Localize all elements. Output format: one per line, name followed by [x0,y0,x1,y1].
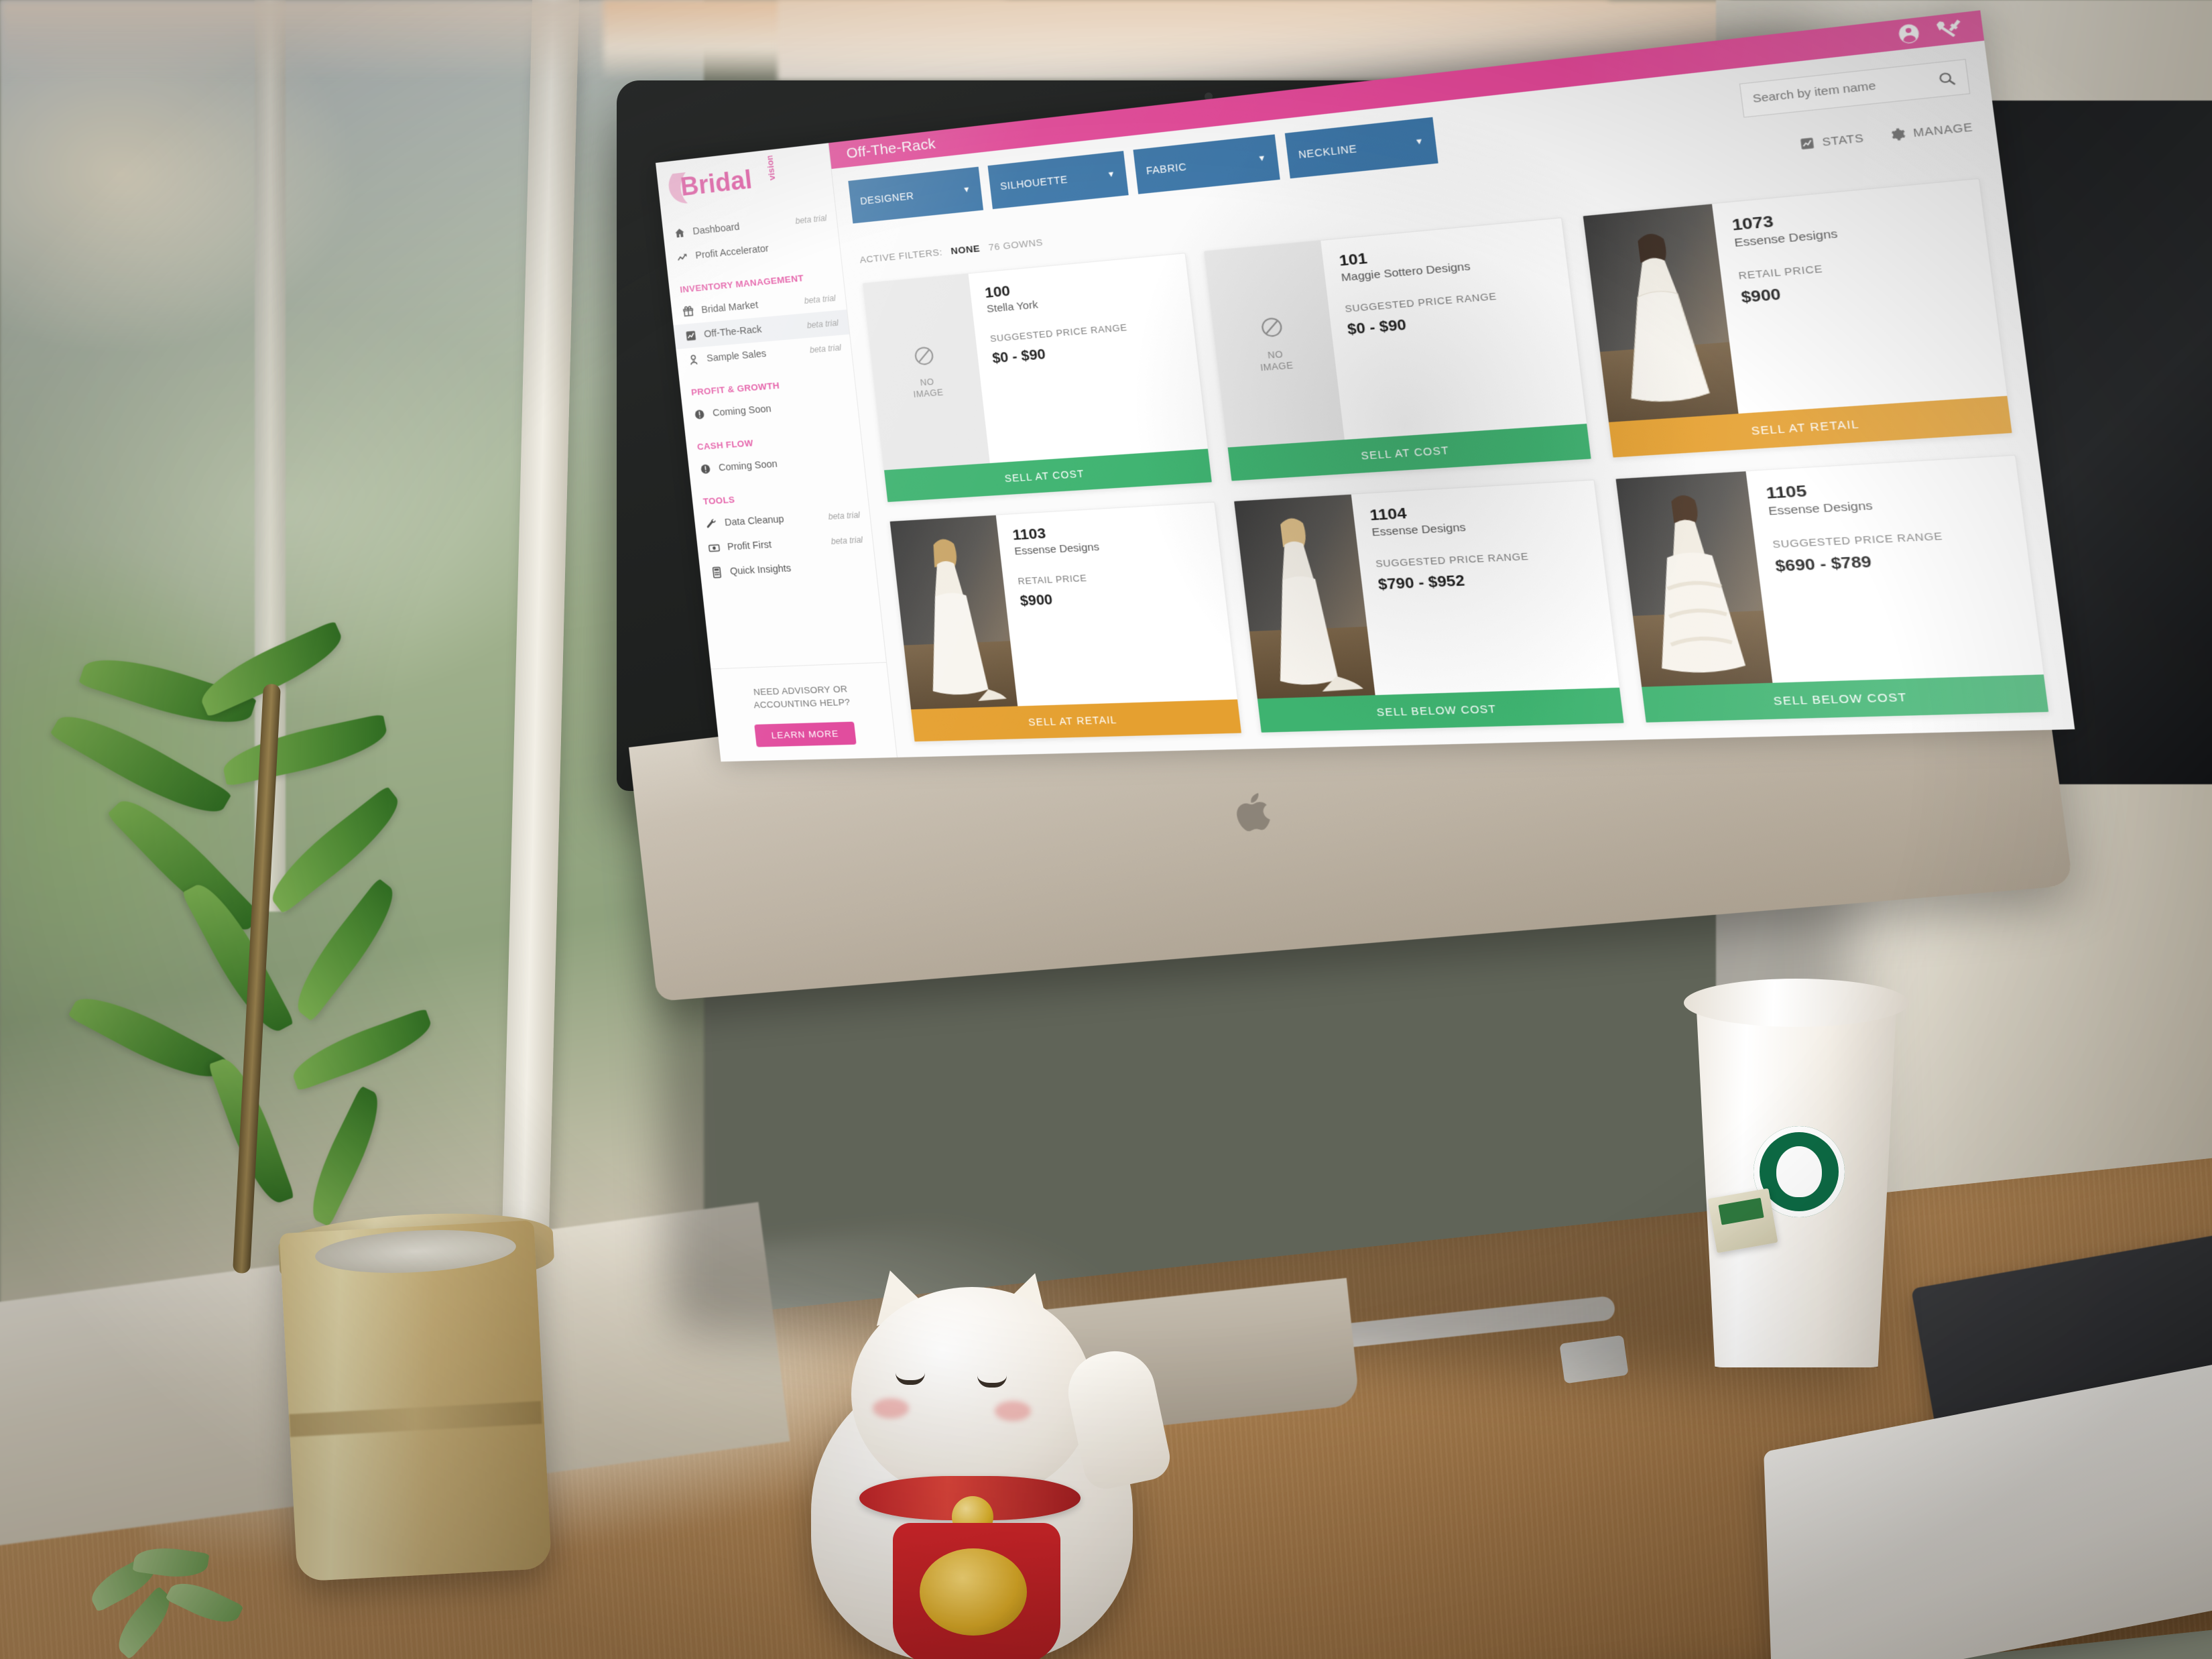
gown-card[interactable]: 1105 Essense Designs SUGGESTED PRICE RAN… [1614,454,2050,724]
succulent-plant [80,1542,302,1659]
sidebar-footer: NEED ADVISORY OR ACCOUNTING HELP? LEARN … [711,662,897,762]
gown-thumbnail [889,515,1018,710]
beta-badge [848,459,853,460]
svg-text:Bridal: Bridal [679,165,753,201]
sidebar-item-label: Off-The-Rack [703,324,763,341]
gown-card[interactable]: NO IMAGE 100 Stella York SUGGESTED PRICE … [862,252,1213,503]
wrench-icon [706,519,717,528]
chevron-down-icon: ▼ [1414,137,1425,147]
beta-badge: beta trial [806,318,839,330]
filter-label: DESIGNER [859,190,915,207]
sidebar-item-label: Sample Sales [706,348,767,365]
tools-icon[interactable] [1934,15,1965,42]
sidebar-item-label: Coming Soon [712,404,772,419]
alert-icon [694,410,705,420]
beta-badge: beta trial [804,293,837,306]
lucky-cat-figurine [771,1260,1200,1659]
gown-price-label: SUGGESTED PRICE RANGE [1375,550,1530,570]
award-person-icon [687,353,700,367]
search-input[interactable] [1752,74,1931,106]
gown-thumbnail-placeholder: NO IMAGE [1205,241,1345,448]
gown-card[interactable]: 1073 Essense Designs RETAIL PRICE $900 S… [1581,178,2014,458]
alert-icon [700,464,711,475]
gown-price-value: $690 - $789 [1774,553,1873,576]
gown-photo-illustration [1647,494,1746,674]
gown-photo-illustration [922,538,1007,701]
no-image-line2: IMAGE [1259,360,1294,373]
sidebar-item-label: Quick Insights [729,563,792,578]
beta-badge: beta trial [827,509,861,522]
beta-badge: beta trial [809,343,842,355]
search-box[interactable] [1739,58,1971,118]
no-image-icon [912,345,936,367]
gown-photo-illustration [1583,233,1738,422]
no-image-line1: NO [920,377,935,388]
chevron-down-icon: ▼ [1106,170,1117,180]
gown-card[interactable]: NO IMAGE 101 Maggie Sottero Designs SUGGE… [1204,217,1592,482]
beta-badge: beta trial [794,212,828,227]
trending-up-icon [676,251,689,264]
apple-logo-icon [1234,792,1272,833]
sidebar-item-label: Profit First [727,539,772,553]
filter-label: FABRIC [1145,160,1188,177]
sidebar-item-label: Data Cleanup [724,513,785,529]
gown-photo-illustration [1268,517,1364,692]
sidebar-item-label: Dashboard [692,221,741,237]
gown-thumbnail-placeholder: NO IMAGE [863,273,990,471]
advisory-prompt: NEED ADVISORY OR ACCOUNTING HELP? [753,683,851,711]
beta-badge: beta trial [831,535,863,547]
gown-price-value: $900 [1019,592,1054,609]
gown-card[interactable]: 1104 Essense Designs SUGGESTED PRICE RAN… [1233,479,1625,733]
gown-thumbnail [1583,204,1739,422]
gift-icon [682,305,695,318]
desk-photo-scene: Bridal vision Dashboard beta trial Profi… [0,0,2212,1659]
learn-more-button[interactable]: LEARN MORE [754,721,857,747]
filter-label: NECKLINE [1298,142,1358,161]
gown-price-value: $790 - $952 [1377,572,1466,594]
money-icon [708,542,721,554]
gown-thumbnail [1234,494,1376,699]
stats-icon [1800,137,1814,149]
svg-text:vision: vision [764,154,777,181]
tea-tag [1707,1188,1778,1253]
sidebar-item-label: Bridal Market [700,300,759,316]
coffee-cup [1684,965,1910,1381]
gown-card[interactable]: 1103 Essense Designs RETAIL PRICE $900 S… [889,501,1243,743]
gear-icon [1890,127,1906,141]
no-image-line2: IMAGE [912,387,944,400]
no-image-icon [1259,316,1286,340]
gown-price-label: SUGGESTED PRICE RANGE [1772,530,1944,551]
gown-price-label: RETAIL PRICE [1017,572,1088,587]
sidebar-item-label: Coming Soon [718,458,778,474]
plant-pot [279,1220,552,1582]
filter-label: SILHOUETTE [999,173,1068,192]
calculator-icon [711,566,724,578]
home-icon [674,228,685,238]
chevron-down-icon: ▼ [962,185,972,195]
search-icon[interactable] [1937,70,1957,88]
no-image-line1: NO [1267,349,1284,361]
gown-thumbnail [1615,471,1772,687]
user-account-icon[interactable] [1894,20,1924,47]
chevron-down-icon: ▼ [1257,153,1268,164]
sidebar-item-label: Profit Accelerator [694,243,770,261]
rack-chart-icon [684,330,698,341]
main-content: Off-The-Rack DESIGNER ▼ SILHOUETTE ▼ FAB… [828,10,2075,757]
